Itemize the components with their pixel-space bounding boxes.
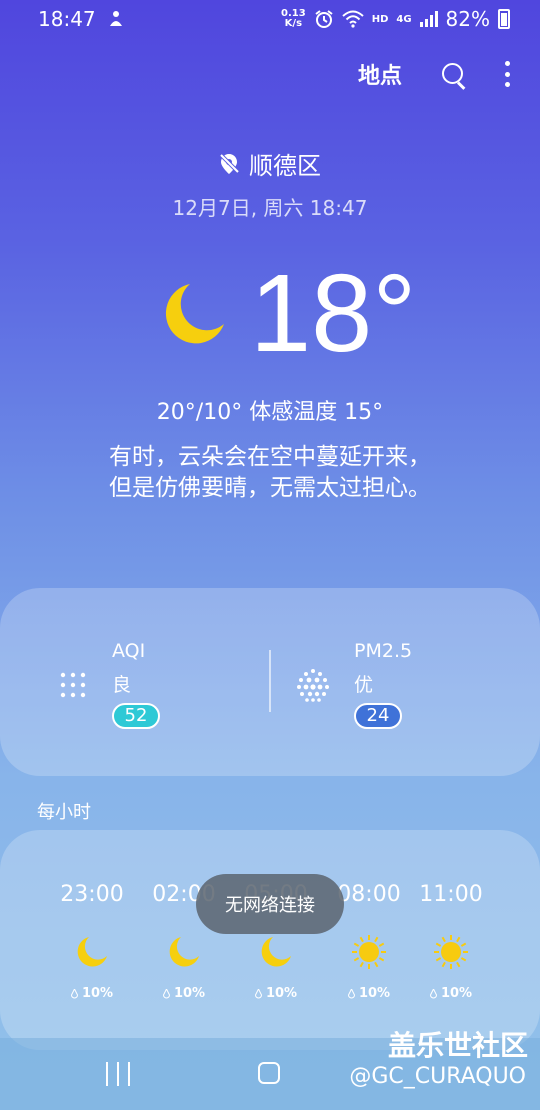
aqi-text: AQI 良 52: [112, 640, 160, 729]
raindrop-icon: [347, 988, 355, 998]
pm25-item[interactable]: PM2.5 优 24: [296, 640, 412, 729]
hourly-item: 23:00 10%: [46, 882, 138, 1001]
weather-description: 有时，云朵会在空中蔓延开来， 但是仿佛要晴，无需太过担心。: [0, 442, 540, 504]
search-icon[interactable]: [440, 61, 466, 87]
top-bar: 地点: [358, 58, 510, 90]
aqi-dots-icon: [60, 672, 86, 697]
hd-label: HD: [371, 13, 389, 25]
home-button[interactable]: [258, 1062, 280, 1084]
status-time: 18:47: [38, 7, 96, 31]
rain-chance-value: 10%: [265, 986, 298, 1001]
pm25-text: PM2.5 优 24: [354, 640, 412, 729]
rain-chance: 10%: [416, 986, 486, 1001]
air-quality-card[interactable]: AQI 良 52 PM2.5 优 24: [0, 588, 540, 776]
rain-chance-value: 10%: [358, 986, 391, 1001]
pm25-label: PM2.5: [354, 640, 413, 662]
watermark-community: 盖乐世社区: [387, 1029, 528, 1062]
location-header: 顺德区: [0, 146, 540, 181]
rain-chance-value: 10%: [173, 986, 206, 1001]
location-name: 顺德区: [249, 152, 321, 180]
aqi-item[interactable]: AQI 良 52: [58, 640, 160, 729]
status-right: 0.13 K/s HD 4G 82%: [281, 7, 510, 31]
raindrop-icon: [429, 988, 437, 998]
pm25-level: 优: [354, 674, 374, 696]
rain-chance-value: 10%: [440, 986, 473, 1001]
wifi-icon: [342, 10, 364, 28]
alarm-icon: [315, 10, 333, 28]
rain-chance: 10%: [46, 986, 138, 1001]
current-temperature: 18°: [250, 252, 417, 375]
hourly-time: 11:00: [419, 882, 483, 907]
aq-divider: [269, 650, 271, 712]
aqi-value-badge: 52: [112, 703, 160, 729]
rain-chance: 10%: [138, 986, 230, 1001]
moon-icon: [261, 937, 291, 967]
moon-icon: [169, 937, 199, 967]
location-off-icon: [219, 153, 239, 174]
sun-icon: [352, 935, 386, 969]
hourly-time: 23:00: [60, 882, 124, 907]
description-line-2: 但是仿佛要晴，无需太过担心。: [109, 475, 431, 501]
net-speed-unit: K/s: [284, 18, 303, 29]
recent-apps-button[interactable]: [106, 1062, 130, 1086]
hourly-title: 每小时: [37, 802, 91, 823]
network-type: 4G: [396, 13, 412, 25]
hourly-forecast-card[interactable]: 23:0010%02:0010%05:0010%08:0010%11:0010%: [0, 830, 540, 1050]
description-line-1: 有时，云朵会在空中蔓延开来，: [109, 444, 431, 470]
hi-lo-feels-like: 20°/10° 体感温度 15°: [156, 400, 384, 425]
raindrop-icon: [70, 988, 78, 998]
rain-chance: 10%: [323, 986, 415, 1001]
signal-icon: [419, 11, 438, 27]
rain-chance: 10%: [230, 986, 322, 1001]
battery-icon: [498, 9, 510, 29]
more-options-icon[interactable]: [504, 61, 510, 87]
raindrop-icon: [254, 988, 262, 998]
moon-icon: [77, 937, 107, 967]
battery-percent: 82%: [445, 7, 490, 31]
current-weather: 18°: [160, 254, 416, 374]
no-network-toast: 无网络连接: [196, 874, 344, 934]
sun-icon: [434, 935, 468, 969]
notification-icon: [109, 11, 122, 26]
hourly-item: 11:00 10%: [416, 882, 486, 1001]
locations-button[interactable]: 地点: [358, 58, 402, 90]
watermark-handle: @GC_CURAQUO: [349, 1064, 526, 1089]
status-left: 18:47: [38, 7, 124, 31]
net-speed: 0.13 K/s: [281, 9, 306, 29]
pm25-particles-icon: [297, 668, 329, 702]
aqi-level: 良: [112, 674, 132, 696]
moon-icon: [165, 284, 224, 344]
pm25-value-badge: 24: [354, 703, 402, 729]
aqi-label: AQI: [112, 640, 146, 662]
date-time: 12月7日, 周六 18:47: [172, 196, 368, 220]
status-bar: 18:47 0.13 K/s HD 4G 82%: [0, 0, 540, 38]
raindrop-icon: [162, 988, 170, 998]
rain-chance-value: 10%: [81, 986, 114, 1001]
